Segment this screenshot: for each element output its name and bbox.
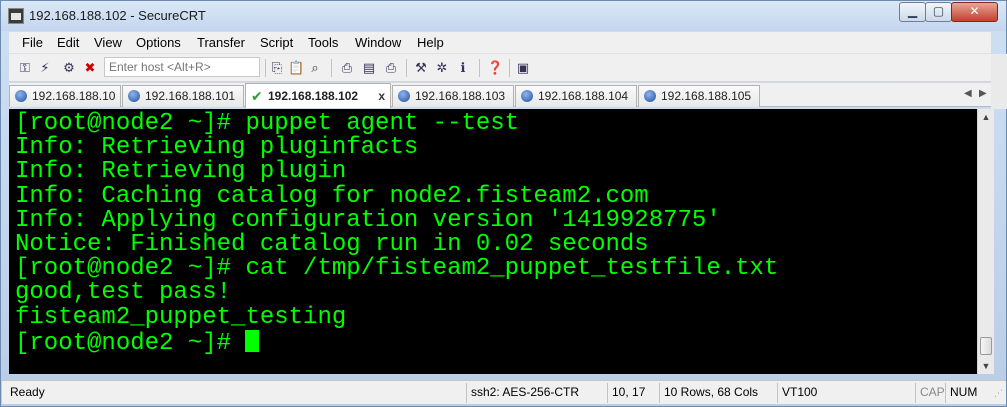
menu-edit[interactable]: Edit <box>57 35 79 50</box>
terminal-scrollbar[interactable]: ▲ ▼ <box>977 109 994 374</box>
menu-file[interactable]: File <box>22 35 43 50</box>
tab-close-icon[interactable]: x <box>378 89 385 103</box>
terminal-line: fisteam2_puppet_testing <box>15 303 347 331</box>
disconnect-icon[interactable]: ✖ <box>82 60 98 76</box>
tab-192-168-188-104[interactable]: 192.168.188.104 <box>515 85 637 107</box>
toolbar-separator <box>331 59 332 77</box>
tab-label: 192.168.188.105 <box>661 89 752 103</box>
toolbar-scroll-area <box>991 54 1007 109</box>
session-icon <box>128 90 140 102</box>
toolbar-separator <box>509 59 510 77</box>
status-cursor-position: 10, 17 <box>607 383 659 403</box>
tab-192-168-188-101[interactable]: 192.168.188.101 <box>122 85 244 107</box>
status-caps-lock: CAP <box>915 383 945 403</box>
toolbar-separator <box>265 59 266 77</box>
sftp-icon[interactable]: ▣ <box>515 60 531 76</box>
resize-grip-icon[interactable]: ⋰ <box>987 385 1003 401</box>
toolbar-separator <box>406 59 407 77</box>
keymap-icon[interactable]: ℹ <box>455 60 471 76</box>
terminal-prompt-line: [root@node2 ~]# <box>15 329 977 357</box>
terminal-line: Notice: Finished catalog run in 0.02 sec… <box>15 230 649 258</box>
session-icon <box>644 90 656 102</box>
tab-label: 192.168.188.103 <box>415 89 506 103</box>
status-ready: Ready <box>10 385 45 399</box>
menu-tools[interactable]: Tools <box>308 35 338 50</box>
menu-bar: File Edit View Options Transfer Script T… <box>9 32 991 54</box>
tab-label: 192.168.188.10 <box>32 89 116 103</box>
menu-window[interactable]: Window <box>355 35 401 50</box>
close-button[interactable]: ✕ <box>951 2 998 22</box>
menu-transfer[interactable]: Transfer <box>197 35 245 50</box>
checkmark-icon: ✔ <box>251 88 263 104</box>
status-terminal-size: 10 Rows, 68 Cols <box>659 383 777 403</box>
status-bar: Ready ssh2: AES-256-CTR 10, 17 10 Rows, … <box>2 380 1006 404</box>
maximize-button[interactable]: ▢ <box>925 2 952 22</box>
session-options-icon[interactable]: ⚒ <box>413 60 429 76</box>
minimize-button[interactable]: ▁ <box>899 2 926 22</box>
securecrt-window: 192.168.188.102 - SecureCRT ▁ ▢ ✕ File E… <box>0 0 1007 407</box>
global-options-icon[interactable]: ✲ <box>434 60 450 76</box>
menu-script[interactable]: Script <box>260 35 293 50</box>
enter-host-input[interactable] <box>104 57 260 77</box>
terminal-cursor <box>245 329 260 352</box>
terminal-line: good,test pass! <box>15 279 232 307</box>
menu-help[interactable]: Help <box>417 35 444 50</box>
paste-icon[interactable]: 📋 <box>288 60 304 76</box>
toolbar-separator <box>479 59 480 77</box>
scroll-up-icon[interactable]: ▲ <box>978 109 994 125</box>
tab-label: 192.168.188.104 <box>538 89 629 103</box>
menu-view[interactable]: View <box>94 35 122 50</box>
session-icon <box>15 90 27 102</box>
terminal-line: [root@node2 ~]# cat /tmp/fisteam2_puppet… <box>15 255 779 283</box>
connect-in-tab-icon[interactable]: ⚙ <box>61 60 77 76</box>
tab-scroll-left-icon[interactable]: ◀ <box>964 88 972 99</box>
status-num-lock: NUM <box>945 383 985 403</box>
toolbar: ⚿ ⚡ ⚙ ✖ ⎘ 📋 ⌕ ⎙ ▤ ⎙ ⚒ ✲ ℹ ❓ ▣ <box>9 54 991 82</box>
scroll-down-icon[interactable]: ▼ <box>978 358 994 374</box>
tab-192-168-188-10[interactable]: 192.168.188.10 <box>9 85 121 107</box>
terminal-prompt: [root@node2 ~]# <box>15 329 246 357</box>
find-icon[interactable]: ⌕ <box>307 60 323 76</box>
terminal-line: Info: Caching catalog for node2.fisteam2… <box>15 182 649 210</box>
session-icon <box>398 90 410 102</box>
title-bar: 192.168.188.102 - SecureCRT ▁ ▢ ✕ <box>1 1 1006 31</box>
printer-icon[interactable]: ⎙ <box>383 60 399 76</box>
terminal-line: Info: Retrieving plugin <box>15 158 347 186</box>
print-icon[interactable]: ⎙ <box>339 60 355 76</box>
menu-options[interactable]: Options <box>136 35 181 50</box>
tab-192-168-188-102[interactable]: ✔ 192.168.188.102 x <box>245 83 391 108</box>
terminal-line: Info: Applying configuration version '14… <box>15 206 721 234</box>
tab-scroll-right-icon[interactable]: ▶ <box>979 88 987 99</box>
session-icon <box>521 90 533 102</box>
terminal-screen[interactable]: [root@node2 ~]# puppet agent --test Info… <box>9 109 977 374</box>
tab-192-168-188-103[interactable]: 192.168.188.103 <box>392 85 514 107</box>
terminal-line: Info: Retrieving pluginfacts <box>15 134 419 162</box>
scrollbar-thumb[interactable] <box>980 337 992 355</box>
window-title: 192.168.188.102 - SecureCRT <box>29 8 206 23</box>
tab-label: 192.168.188.101 <box>145 89 236 103</box>
help-icon[interactable]: ❓ <box>487 60 503 76</box>
session-tab-bar: 192.168.188.10 192.168.188.101 ✔ 192.168… <box>9 83 991 108</box>
terminal-app-icon <box>8 8 24 24</box>
status-emulation: VT100 <box>777 383 915 403</box>
terminal-line: [root@node2 ~]# puppet agent --test <box>15 110 520 137</box>
copy-icon[interactable]: ⎘ <box>269 60 285 76</box>
print-selection-icon[interactable]: ▤ <box>361 60 377 76</box>
status-protocol: ssh2: AES-256-CTR <box>466 383 607 403</box>
quick-connect-icon[interactable]: ⚡ <box>37 60 53 76</box>
tab-192-168-188-105[interactable]: 192.168.188.105 <box>638 85 760 107</box>
connect-icon[interactable]: ⚿ <box>17 60 33 76</box>
tab-label: 192.168.188.102 <box>268 89 359 103</box>
